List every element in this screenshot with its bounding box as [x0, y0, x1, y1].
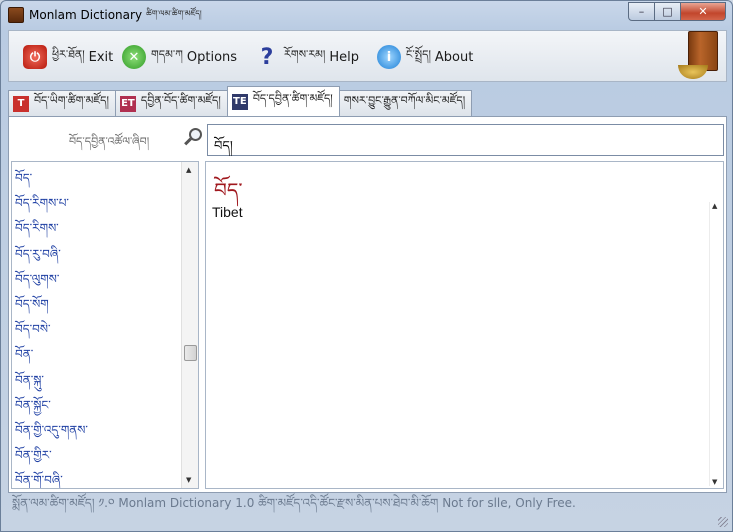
list-item[interactable]: བོན་གྱིར་	[15, 442, 198, 467]
options-label-tibetan: གདམ་ཀ	[151, 47, 183, 61]
list-item[interactable]: བོད་རུ་བཞི་	[15, 241, 198, 266]
info-icon: i	[377, 45, 401, 69]
list-item[interactable]: བོན་	[15, 341, 198, 366]
exit-button[interactable]: ⏻ ཕྱིར་ཐོན། Exit	[23, 44, 113, 70]
status-bar: སྨོན་ལམ་ཚིག་མཛོད། ༡.༠ Monlam Dictionary …	[8, 494, 727, 520]
search-input[interactable]: བོད།	[207, 124, 724, 156]
definition-panel: བོད་ Tibet ▲ ▼	[205, 161, 724, 489]
window-title: Monlam Dictionary	[29, 8, 143, 22]
list-item[interactable]: བོན་གོ་བཞི་	[15, 467, 198, 488]
scroll-up-icon[interactable]: ▲	[186, 166, 191, 174]
word-list-scrollbar[interactable]: ▲ ▼	[181, 162, 198, 488]
tools-icon: ✕	[122, 45, 146, 69]
bowl-icon	[678, 65, 708, 79]
list-item[interactable]: བོད་སོག	[15, 291, 198, 316]
maximize-button[interactable]: □	[655, 2, 681, 21]
scroll-up-icon[interactable]: ▲	[712, 202, 717, 210]
dictionary-tabs: T བོད་ཡིག་ཚིག་མཛོད། ET དབྱིན་བོད་ཚིག་མཛོ…	[8, 86, 473, 116]
list-item[interactable]: བོན་གྱི་འདུ་གནས་	[15, 417, 198, 442]
resize-grip-icon[interactable]	[718, 517, 728, 527]
about-label: About	[434, 49, 474, 65]
scroll-down-icon[interactable]: ▼	[712, 478, 717, 486]
list-item[interactable]: བོད་	[15, 165, 198, 190]
tab-tibetan-tibetan[interactable]: T བོད་ཡིག་ཚིག་མཛོད།	[8, 90, 116, 116]
dictionary-logo	[676, 31, 722, 81]
tab-label: གསར་བྱུང་རྒྱུན་བཀོལ་མིང་མཛོད།	[343, 94, 466, 107]
tab-content: བོད་དབྱིན་འཚོལ་ཞིབ། བོད། བོད་ བོད་རིགས་པ…	[8, 116, 727, 493]
minimize-button[interactable]: –	[628, 2, 655, 21]
help-label-tibetan: རོགས་རམ།	[284, 47, 326, 61]
app-window: Monlam Dictionary ཚིག་ལམ་ཚིག་མཛོད། – □ ✕…	[0, 0, 733, 532]
tab-label: དབྱིན་བོད་ཚིག་མཛོད།	[140, 94, 221, 107]
exit-label: Exit	[88, 49, 114, 65]
title-bar: Monlam Dictionary ཚིག་ལམ་ཚིག་མཛོད། – □ ✕	[1, 1, 732, 29]
help-label: Help	[329, 49, 359, 65]
close-button[interactable]: ✕	[681, 2, 726, 21]
word-list[interactable]: བོད་ བོད་རིགས་པ་ བོད་རིགས་ བོད་རུ་བཞི་ བ…	[11, 161, 199, 489]
list-item[interactable]: བོད་ལུགས་	[15, 266, 198, 291]
tab-label: བོད་དབྱིན་ཚིག་མཛོད།	[252, 92, 333, 105]
exit-label-tibetan: ཕྱིར་ཐོན།	[52, 47, 85, 61]
toolbar: ⏻ ཕྱིར་ཐོན། Exit ✕ གདམ་ཀ Options ? རོགས་…	[8, 30, 727, 82]
power-icon: ⏻	[23, 45, 47, 69]
list-item[interactable]: བོད་བསེ་	[15, 316, 198, 341]
list-item[interactable]: བོན་སྐྱོང་	[15, 392, 198, 417]
tab-tibetan-english[interactable]: TE བོད་དབྱིན་ཚིག་མཛོད།	[226, 86, 340, 116]
tab-te-icon: TE	[231, 93, 248, 110]
about-button[interactable]: i ངོ་སྤྲོད། About	[377, 44, 473, 70]
tab-label: བོད་ཡིག་ཚིག་མཛོད།	[34, 94, 109, 107]
tab-t-icon: T	[13, 95, 29, 112]
window-title-tibetan: ཚིག་ལམ་ཚིག་མཛོད།	[146, 8, 202, 18]
options-label: Options	[186, 49, 238, 65]
window-controls: – □ ✕	[628, 2, 726, 21]
about-label-tibetan: ངོ་སྤྲོད།	[406, 47, 431, 61]
options-button[interactable]: ✕ གདམ་ཀ Options	[122, 44, 237, 70]
help-question-icon: ?	[260, 44, 274, 70]
status-text: སྨོན་ལམ་ཚིག་མཛོད། ༡.༠ Monlam Dictionary …	[12, 496, 576, 510]
list-item[interactable]: བོད་རིགས་	[15, 215, 198, 240]
definition-text: Tibet	[212, 204, 243, 220]
scroll-down-icon[interactable]: ▼	[186, 476, 191, 484]
tab-et-icon: ET	[119, 95, 136, 112]
definition-scrollbar[interactable]: ▲ ▼	[709, 202, 721, 486]
search-icon[interactable]	[183, 127, 203, 147]
list-item[interactable]: བོད་རིགས་པ་	[15, 190, 198, 215]
tab-english-tibetan[interactable]: ET དབྱིན་བོད་ཚིག་མཛོད།	[114, 90, 228, 116]
search-label: བོད་དབྱིན་འཚོལ་ཞིབ།	[69, 135, 150, 148]
scroll-thumb[interactable]	[184, 345, 197, 361]
list-item[interactable]: བོན་སྐུ་	[15, 367, 198, 392]
help-button[interactable]: ? རོགས་རམ། Help	[255, 44, 359, 70]
tab-new-terms[interactable]: གསར་བྱུང་རྒྱུན་བཀོལ་མིང་མཛོད།	[338, 90, 473, 116]
app-icon	[8, 7, 24, 23]
